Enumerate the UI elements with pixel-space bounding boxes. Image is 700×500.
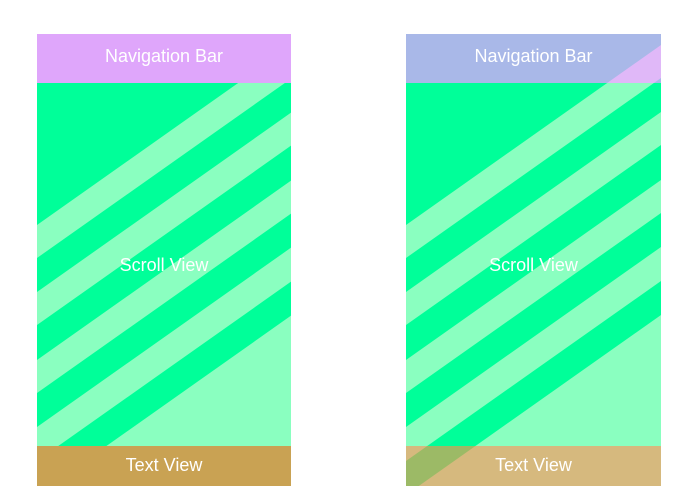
opaque-bars-layout: Navigation Bar Scroll View Text View <box>37 34 291 486</box>
scroll-region <box>37 83 291 446</box>
scroll-region <box>406 83 661 446</box>
layout-drawing <box>37 34 291 486</box>
translucent-bars-layout: Navigation Bar Scroll View Text View <box>406 34 661 486</box>
layout-drawing <box>406 34 661 486</box>
